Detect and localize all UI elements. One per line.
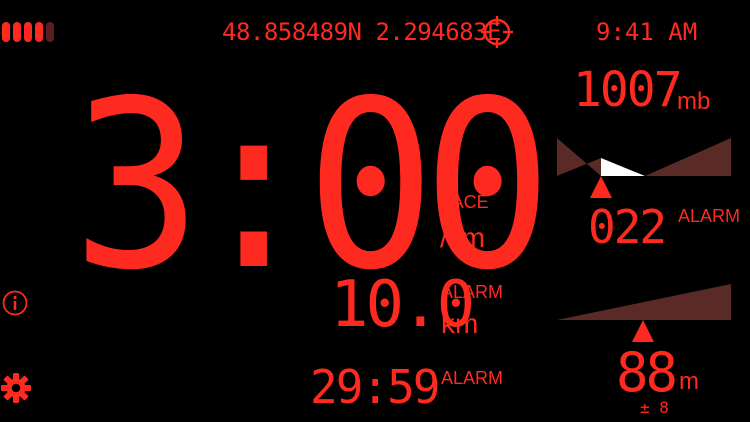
altitude-unit: m: [679, 368, 699, 395]
altitude-gauge-pointer: [632, 320, 654, 342]
battery-level-icon: [2, 22, 54, 42]
gps-coordinates: 48.858489N 2.294683E: [222, 18, 501, 46]
pace-unit: /km: [440, 222, 486, 253]
pressure-gauge-pointer: [590, 176, 612, 198]
pressure-unit: mb: [677, 88, 711, 115]
crosshair-target-icon[interactable]: [481, 16, 513, 48]
pressure-gauge-left-wedge: [557, 138, 601, 176]
battery-segment-off: [46, 22, 54, 42]
gear-icon[interactable]: [0, 372, 32, 404]
battery-segment-on: [13, 22, 21, 42]
pressure-alarm-value[interactable]: 022: [588, 204, 667, 250]
pace-label: PACE: [441, 192, 489, 212]
info-icon[interactable]: [2, 290, 28, 316]
altitude-accuracy: ± 8: [640, 398, 669, 417]
altitude-value: 88: [616, 341, 678, 404]
battery-segment-on: [2, 22, 10, 42]
battery-segment-on: [24, 22, 32, 42]
elapsed-time-value[interactable]: 29:59: [310, 364, 440, 410]
distance-unit: km: [441, 308, 479, 339]
clock-time: 9:41 AM: [596, 18, 698, 46]
altitude-gauge: [557, 284, 731, 342]
pressure-gauge-highlight: [601, 158, 645, 176]
pressure-gauge-right-wedge: [645, 138, 731, 176]
pressure-trend-gauge: [557, 138, 731, 198]
distance-alarm-label: ALARM: [441, 282, 504, 302]
elapsed-time-alarm-label: ALARM: [441, 368, 504, 388]
battery-segment-on: [35, 22, 43, 42]
pressure-value: 1007: [573, 62, 683, 118]
altitude-gauge-wedge: [557, 284, 731, 320]
pressure-alarm-label: ALARM: [678, 206, 741, 226]
